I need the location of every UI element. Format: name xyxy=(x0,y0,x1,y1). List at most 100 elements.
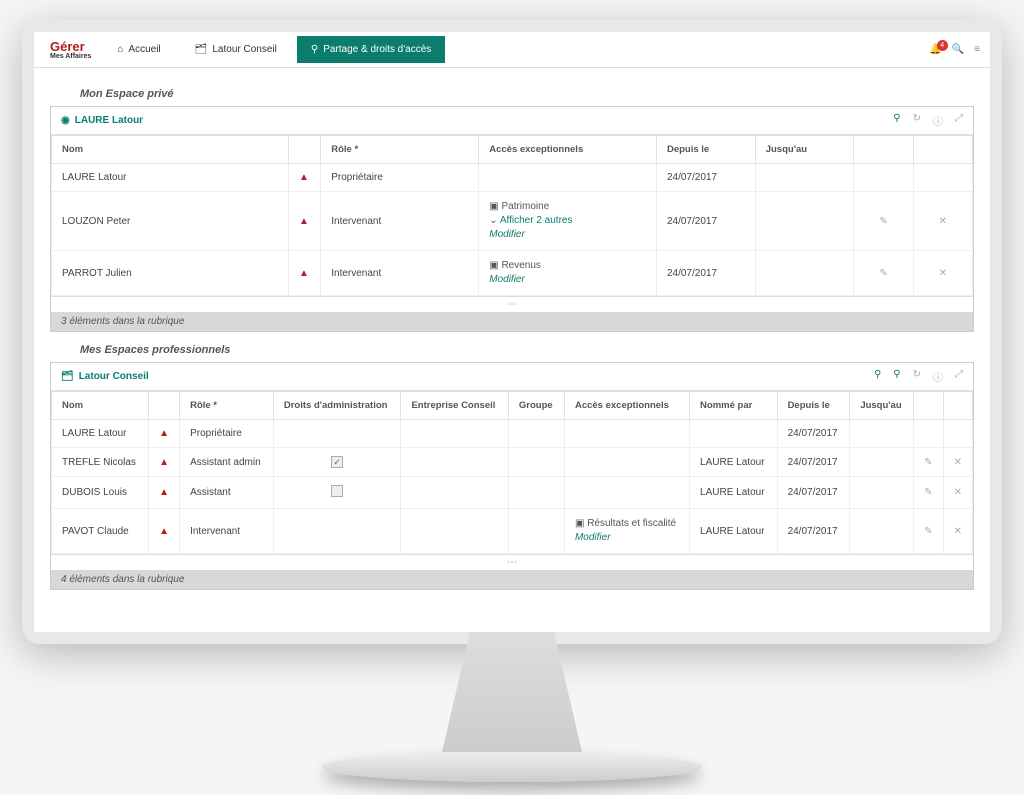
expand-icon[interactable]: ⤢ xyxy=(955,113,963,128)
info-icon[interactable]: ⓘ xyxy=(933,369,943,384)
menu-icon[interactable]: ≡ xyxy=(974,44,980,55)
cell-nom: LAURE Latour xyxy=(52,420,149,448)
user-icon: ◉ xyxy=(61,115,70,126)
edit-icon xyxy=(854,164,913,192)
role-icon: ▲ xyxy=(289,192,321,251)
th-depuis: Depuis le xyxy=(656,136,755,164)
cell-nomme: LAURE Latour xyxy=(690,477,778,509)
th2-role: Rôle * xyxy=(180,392,274,420)
cell-nom: TREFLE Nicolas xyxy=(52,448,149,477)
delete-icon[interactable]: ✕ xyxy=(913,192,972,251)
cell-nom: DUBOIS Louis xyxy=(52,477,149,509)
table-row: LAURE Latour ▲ Propriétaire 24/07/2017 xyxy=(52,420,973,448)
logo: Gérer Mes Affaires xyxy=(44,38,97,62)
briefcase-icon: 🗂 xyxy=(195,44,208,55)
role-icon: ▲ xyxy=(149,448,180,477)
cell-admin xyxy=(273,477,401,509)
expand-icon[interactable]: ⤢ xyxy=(955,369,963,384)
cell-jusqua xyxy=(850,420,914,448)
th2-access: Accès exceptionnels xyxy=(564,392,689,420)
cell-role: Propriétaire xyxy=(321,164,479,192)
notification-badge: 4 xyxy=(937,40,948,51)
cell-nomme: LAURE Latour xyxy=(690,509,778,554)
cell-depuis: 24/07/2017 xyxy=(656,251,755,296)
cell-access xyxy=(564,448,689,477)
th2-jusqua: Jusqu'au xyxy=(850,392,914,420)
topbar: Gérer Mes Affaires ⌂ Accueil 🗂 Latour Co… xyxy=(34,32,990,68)
add-group-icon[interactable]: ⚲ xyxy=(893,369,900,384)
cell-depuis: 24/07/2017 xyxy=(777,509,850,554)
notifications-button[interactable]: 🔔 4 xyxy=(929,44,941,55)
search-icon[interactable]: 🔍 xyxy=(952,44,964,55)
add-user-icon[interactable]: ⚲ xyxy=(874,369,881,384)
table-row: LOUZON Peter ▲ Intervenant ▣ Patrimoine⌄… xyxy=(52,192,973,251)
th2-entreprise: Entreprise Conseil xyxy=(401,392,508,420)
ellipsis-row[interactable]: ⋯ xyxy=(51,554,973,570)
edit-icon xyxy=(914,420,943,448)
delete-icon[interactable]: ✕ xyxy=(943,448,972,477)
nav-sharing[interactable]: ⚲ Partage & droits d'accès xyxy=(297,36,445,63)
edit-icon[interactable]: ✎ xyxy=(914,509,943,554)
checkbox[interactable] xyxy=(331,456,343,468)
panel-private: ◉ LAURE Latour ⚲ ↻ ⓘ ⤢ Nom xyxy=(50,106,974,332)
section-pro-title: Mes Espaces professionnels xyxy=(80,344,974,356)
delete-icon[interactable]: ✕ xyxy=(943,509,972,554)
cell-access xyxy=(479,164,657,192)
cell-nom: PAVOT Claude xyxy=(52,509,149,554)
nav-home[interactable]: ⌂ Accueil xyxy=(103,36,174,63)
table-row: PAVOT Claude ▲ Intervenant ▣ Résultats e… xyxy=(52,509,973,554)
modifier-link[interactable]: Modifier xyxy=(489,228,646,242)
add-user-icon[interactable]: ⚲ xyxy=(893,113,900,128)
cell-entreprise xyxy=(401,477,508,509)
delete-icon[interactable]: ✕ xyxy=(913,251,972,296)
table-row: DUBOIS Louis ▲ Assistant LAURE Latour 24… xyxy=(52,477,973,509)
cell-role: Assistant admin xyxy=(180,448,274,477)
th-access: Accès exceptionnels xyxy=(479,136,657,164)
th-jusqua: Jusqu'au xyxy=(755,136,854,164)
nav-company[interactable]: 🗂 Latour Conseil xyxy=(181,36,291,63)
modifier-link[interactable]: Modifier xyxy=(489,273,646,287)
nav-home-label: Accueil xyxy=(128,44,160,55)
refresh-icon[interactable]: ↻ xyxy=(913,113,921,128)
cell-entreprise xyxy=(401,448,508,477)
ellipsis-row[interactable]: ⋯ xyxy=(51,296,973,312)
panel1-summary: 3 éléments dans la rubrique xyxy=(51,312,973,331)
role-icon: ▲ xyxy=(289,251,321,296)
cell-groupe xyxy=(508,448,564,477)
th2-nom: Nom xyxy=(52,392,149,420)
cell-role: Intervenant xyxy=(321,251,479,296)
table-private: Nom Rôle * Accès exceptionnels Depuis le… xyxy=(51,135,973,296)
delete-icon xyxy=(943,420,972,448)
checkbox[interactable] xyxy=(331,485,343,497)
briefcase-icon: 🗂 xyxy=(61,371,74,382)
home-icon: ⌂ xyxy=(117,44,123,55)
th-role: Rôle * xyxy=(321,136,479,164)
cell-role: Propriétaire xyxy=(180,420,274,448)
logo-main: Gérer xyxy=(50,39,85,54)
cell-depuis: 24/07/2017 xyxy=(777,448,850,477)
cell-entreprise xyxy=(401,509,508,554)
logo-sub: Mes Affaires xyxy=(50,53,91,60)
edit-icon[interactable]: ✎ xyxy=(854,192,913,251)
cell-groupe xyxy=(508,420,564,448)
top-icons: 🔔 4 🔍 ≡ xyxy=(929,44,980,55)
role-icon: ▲ xyxy=(289,164,321,192)
table-pro: Nom Rôle * Droits d'administration Entre… xyxy=(51,391,973,554)
cell-groupe xyxy=(508,477,564,509)
edit-icon[interactable]: ✎ xyxy=(914,448,943,477)
cell-nom: LOUZON Peter xyxy=(52,192,289,251)
modifier-link[interactable]: Modifier xyxy=(575,531,679,545)
panel-pro-header: 🗂 Latour Conseil ⚲ ⚲ ↻ ⓘ ⤢ xyxy=(51,363,973,391)
th-nom: Nom xyxy=(52,136,289,164)
refresh-icon[interactable]: ↻ xyxy=(913,369,921,384)
info-icon[interactable]: ⓘ xyxy=(933,113,943,128)
cell-role: Intervenant xyxy=(180,509,274,554)
edit-icon[interactable]: ✎ xyxy=(914,477,943,509)
delete-icon xyxy=(913,164,972,192)
delete-icon[interactable]: ✕ xyxy=(943,477,972,509)
cell-depuis: 24/07/2017 xyxy=(777,420,850,448)
edit-icon[interactable]: ✎ xyxy=(854,251,913,296)
cell-nom: LAURE Latour xyxy=(52,164,289,192)
cell-access: ▣ Patrimoine⌄ Afficher 2 autresModifier xyxy=(479,192,657,251)
cell-access: ▣ RevenusModifier xyxy=(479,251,657,296)
